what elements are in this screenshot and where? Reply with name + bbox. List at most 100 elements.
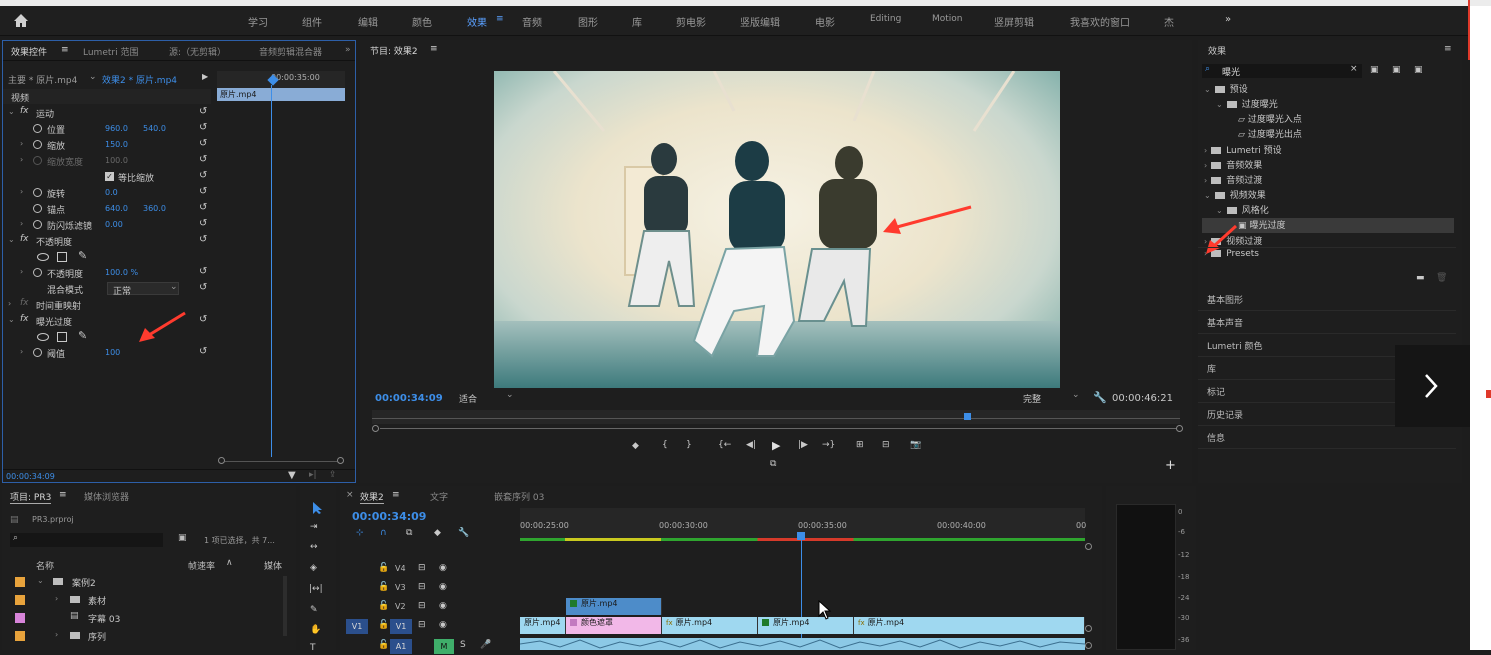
- clip-v1[interactable]: 原片.mp4: [520, 617, 566, 634]
- reset-icon[interactable]: ↺: [199, 106, 207, 117]
- hand-tool-icon[interactable]: ✋: [310, 625, 321, 635]
- camera-icon[interactable]: 📷: [910, 440, 921, 450]
- nest-icon[interactable]: ⊹: [356, 528, 364, 538]
- go-to-in-icon[interactable]: {←: [718, 440, 731, 450]
- expand-icon[interactable]: ›: [20, 139, 23, 148]
- project-row[interactable]: ▤ 字幕 03: [2, 609, 282, 627]
- lock-icon[interactable]: 🔓: [378, 640, 389, 650]
- play-icon[interactable]: ▶: [772, 439, 780, 452]
- timeline-settings-icon[interactable]: 🔧: [458, 528, 469, 538]
- timeline-ruler[interactable]: 00:00:25:00 00:00:30:00 00:00:35:00 00:0…: [520, 508, 1086, 541]
- opacity-value[interactable]: 100.0 %: [105, 268, 138, 277]
- ripple-edit-icon[interactable]: ↔: [310, 542, 318, 552]
- tab-seq-text[interactable]: 文字: [430, 490, 448, 503]
- pen-tool-icon[interactable]: ✎: [310, 605, 318, 615]
- tree-item[interactable]: › Lumetri 预设: [1204, 143, 1282, 158]
- eye-icon[interactable]: ◉: [439, 601, 447, 611]
- reset-icon[interactable]: ↺: [199, 266, 207, 277]
- tree-item[interactable]: ⌄ 过度曝光: [1216, 97, 1278, 112]
- position-y[interactable]: 540.0: [143, 124, 166, 133]
- sync-lock-icon[interactable]: ⊟: [418, 620, 426, 630]
- home-icon[interactable]: [13, 13, 29, 28]
- snap-icon[interactable]: ∩: [380, 528, 387, 538]
- tab-source[interactable]: 源:（无剪辑）: [169, 45, 226, 58]
- chevron-down-icon[interactable]: ⌄: [89, 72, 97, 82]
- ellipse-mask-icon[interactable]: [37, 253, 49, 261]
- panel-info[interactable]: 信息: [1207, 431, 1225, 444]
- lock-icon[interactable]: 🔓: [378, 563, 389, 573]
- ec-row-scale[interactable]: › 缩放 150.0 ↺: [3, 137, 211, 152]
- scroll-handle[interactable]: [1085, 543, 1092, 550]
- settings-icon[interactable]: ⧉: [770, 459, 776, 469]
- eye-icon[interactable]: ◉: [439, 620, 447, 630]
- add-button-icon[interactable]: +: [1165, 458, 1176, 473]
- quality-select[interactable]: 完整 ⌄: [1018, 390, 1084, 405]
- tab-audio-mixer[interactable]: 音频剪辑混合器: [259, 45, 322, 58]
- flicker-value[interactable]: 0.00: [105, 220, 123, 229]
- sync-lock-icon[interactable]: ⊟: [418, 601, 426, 611]
- ellipse-mask-icon[interactable]: [37, 333, 49, 341]
- clip-v1[interactable]: fx 原片.mp4: [854, 617, 1085, 634]
- ws-color[interactable]: 颜色: [412, 14, 432, 29]
- tree-item[interactable]: ⌄ 预设: [1204, 82, 1248, 97]
- linked-icon[interactable]: ⧉: [406, 528, 412, 538]
- project-row[interactable]: › 素材: [2, 591, 282, 609]
- stopwatch-icon[interactable]: [33, 220, 42, 229]
- panel-lumetri-color[interactable]: Lumetri 颜色: [1207, 339, 1262, 352]
- ws-assembly[interactable]: 组件: [302, 14, 322, 29]
- program-timecode[interactable]: 00:00:34:09: [375, 393, 443, 404]
- ec-row-masks[interactable]: ✎: [3, 249, 211, 264]
- marker-icon[interactable]: ◆: [434, 528, 441, 538]
- stopwatch-icon[interactable]: [33, 348, 42, 357]
- play-only-icon[interactable]: ▶: [202, 72, 208, 81]
- stopwatch-icon[interactable]: [33, 124, 42, 133]
- ec-row-anchor[interactable]: 锚点 640.0 360.0 ↺: [3, 201, 211, 216]
- ec-row-flicker[interactable]: › 防闪烁滤镜 0.00 ↺: [3, 217, 211, 232]
- effects-menu-icon[interactable]: ≡: [1444, 44, 1452, 54]
- anchor-x[interactable]: 640.0: [105, 204, 128, 213]
- text-tool-icon[interactable]: T: [310, 643, 316, 653]
- fit-select[interactable]: 适合 ⌄: [454, 390, 518, 405]
- go-to-out-icon[interactable]: →}: [822, 440, 835, 450]
- sync-lock-icon[interactable]: ⊟: [418, 563, 426, 573]
- reset-icon[interactable]: ↺: [199, 218, 207, 229]
- expand-icon[interactable]: ⌄: [8, 107, 15, 116]
- rect-mask-icon[interactable]: [57, 252, 67, 262]
- tab-media-browser[interactable]: 媒体浏览器: [84, 490, 129, 503]
- ec-row-position[interactable]: 位置 960.0 540.0 ↺: [3, 121, 211, 136]
- panel-essential-graphics[interactable]: 基本图形: [1207, 293, 1243, 306]
- blend-mode-select[interactable]: 正常 ⌄: [107, 282, 179, 297]
- clip-color-matte[interactable]: 颜色遮罩: [566, 617, 662, 634]
- video-frame[interactable]: [494, 71, 1060, 388]
- solo-button[interactable]: S: [460, 640, 466, 650]
- mini-clip[interactable]: 原片.mp4: [217, 88, 345, 101]
- clip-v1[interactable]: fx 原片.mp4: [662, 617, 758, 634]
- ec-row-opacity[interactable]: › 不透明度 100.0 % ↺: [3, 265, 211, 280]
- ws-audio[interactable]: 音频: [522, 14, 542, 29]
- mark-in-icon[interactable]: {: [662, 440, 668, 450]
- ws-menu-icon[interactable]: ≡: [496, 14, 504, 24]
- tree-item[interactable]: ▱ 过度曝光入点: [1238, 112, 1302, 127]
- tab-project[interactable]: 项目: PR3: [10, 490, 52, 504]
- threshold-value[interactable]: 100: [105, 348, 120, 357]
- ws-motion[interactable]: Motion: [932, 14, 963, 24]
- timeline-playhead[interactable]: [797, 532, 805, 540]
- ec-timecode[interactable]: 00:00:34:09: [6, 472, 55, 481]
- add-marker-icon[interactable]: ◆: [632, 441, 639, 451]
- clip-v1[interactable]: 原片.mp4: [758, 617, 854, 634]
- new-bin-icon[interactable]: ▣: [178, 533, 187, 543]
- new-folder-icon[interactable]: ▬: [1416, 273, 1425, 283]
- ec-row-uniform[interactable]: ✓ 等比缩放 ↺: [3, 169, 211, 184]
- wrench-icon[interactable]: 🔧: [1093, 391, 1107, 404]
- sort-asc-icon[interactable]: ∧: [226, 558, 233, 568]
- rotation-value[interactable]: 0.0: [105, 188, 118, 197]
- ec-row-rotation[interactable]: › 旋转 0.0 ↺: [3, 185, 211, 200]
- pen-mask-icon[interactable]: ✎: [78, 249, 87, 262]
- seq-menu-icon[interactable]: ≡: [392, 490, 400, 500]
- lift-icon[interactable]: ⊞: [856, 440, 864, 450]
- col-framerate[interactable]: 帧速率: [188, 559, 215, 572]
- ec-row-motion[interactable]: ⌄ fx 运动 ↺: [3, 105, 211, 120]
- sequence-clip[interactable]: 效果2 * 原片.mp4: [102, 73, 177, 86]
- reset-icon[interactable]: ↺: [199, 346, 207, 357]
- mute-button[interactable]: M: [434, 639, 454, 654]
